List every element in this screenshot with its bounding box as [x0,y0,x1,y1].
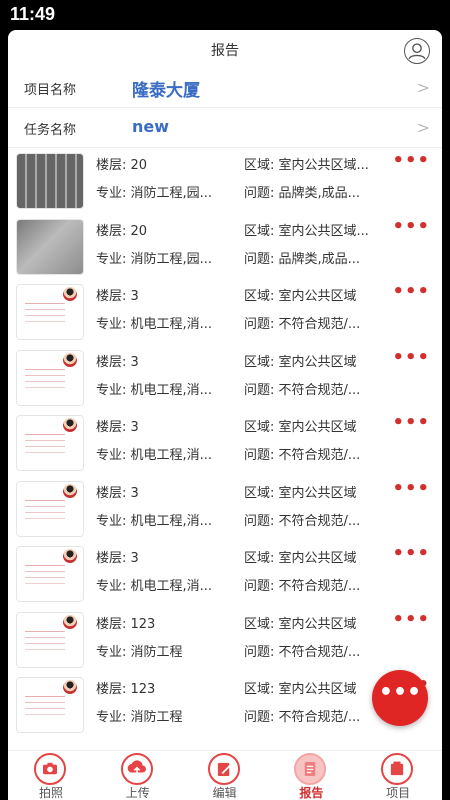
issue-text: 问题: 不符合规范/... [244,317,361,332]
major-text: 专业: 机电工程,消... [96,448,213,463]
project-name-value: 隆泰大厦 [132,81,200,101]
major-text: 专业: 机电工程,消... [96,579,213,594]
header: 报告 [8,30,442,70]
item-more-icon[interactable]: ••• [392,347,430,368]
report-item[interactable]: 楼层: 3 区域: 室内公共区域专业: 机电工程,消... 问题: 不符合规范/..… [8,347,442,413]
report-thumbnail[interactable] [16,284,84,340]
task-name-value: new [132,117,170,136]
floor-text: 楼层: 3 [96,420,139,435]
app-screen: 报告 项目名称 隆泰大厦 > 任务名称 new > 楼层: 20 区域: 室内公共… [8,30,442,800]
area-text: 区域: 室内公共区域... [244,223,369,239]
upload-cloud-icon [120,753,153,785]
floor-text: 楼层: 20 [96,223,148,239]
chevron-right-icon: > [416,118,430,137]
issue-text: 问题: 不符合规范/... [244,644,361,660]
user-profile-icon[interactable] [404,38,430,64]
major-text: 专业: 消防工程 [96,644,183,660]
tab-camera[interactable]: 拍照 [8,751,94,800]
area-text: 区域: 室内公共区域 [244,616,357,632]
report-item[interactable]: 楼层: 20 区域: 室内公共区域... 专业: 消防工程,园... 问题: 品牌类,… [8,150,442,216]
item-more-icon[interactable]: ••• [392,281,430,302]
item-more-icon[interactable]: ••• [392,543,430,564]
area-text: 区域: 室内公共区域 [244,682,357,697]
more-actions-fab[interactable]: ••• [372,670,428,726]
report-item[interactable]: 楼层: 20 区域: 室内公共区域... 专业: 消防工程,园... 问题: 品牌类,… [8,216,442,282]
tab-label: 编辑 [212,786,237,800]
report-thumbnail[interactable] [16,480,84,537]
item-more-icon[interactable]: ••• [392,609,430,630]
issue-text: 问题: 品牌类,成品... [244,186,361,201]
report-thumbnail[interactable] [16,415,84,471]
floor-text: 楼层: 123 [96,616,156,632]
report-item[interactable]: 楼层: 3 区域: 室内公共区域专业: 机电工程,消... 问题: 不符合规范/..… [8,412,442,478]
item-more-icon[interactable]: ••• [392,478,430,499]
tab-upload[interactable]: 上传 [95,751,181,800]
item-more-icon[interactable]: ••• [392,216,430,237]
area-text: 区域: 室内公共区域 [244,420,357,435]
area-text: 区域: 室内公共区域 [244,354,357,370]
report-thumbnail[interactable] [16,546,84,602]
major-text: 专业: 消防工程,园... [96,186,213,201]
report-item[interactable]: 楼层: 3 区域: 室内公共区域专业: 机电工程,消... 问题: 不符合规范/..… [8,281,442,347]
report-thumbnail[interactable] [16,218,84,275]
area-text: 区域: 室内公共区域 [244,485,357,501]
project-icon [381,753,414,785]
camera-icon [34,753,66,785]
tab-project[interactable]: 项目 [355,751,441,800]
floor-text: 楼层: 3 [96,551,139,566]
more-dots-icon: ••• [378,680,422,705]
major-text: 专业: 机电工程,消... [96,382,213,398]
major-text: 专业: 消防工程,园... [96,251,213,267]
bottom-tab-bar: 拍照 上传 编辑 报告 项目 [8,750,442,800]
tab-label: 报告 [299,786,324,800]
edit-icon [207,753,240,785]
report-icon [294,753,327,785]
area-text: 区域: 室内公共区域 [244,551,357,566]
report-thumbnail[interactable] [16,349,84,406]
issue-text: 问题: 不符合规范/... [244,382,361,398]
floor-text: 楼层: 3 [96,289,139,304]
chevron-right-icon: > [416,78,430,97]
tab-edit[interactable]: 编辑 [182,751,268,800]
item-more-icon[interactable]: ••• [392,150,430,171]
task-name-label: 任务名称 [24,123,77,138]
report-item[interactable]: 楼层: 123 区域: 室内公共区域专业: 消防工程 问题: 不符合规范/... ••… [8,609,442,675]
report-thumbnail[interactable] [16,677,84,733]
report-thumbnail[interactable] [16,153,84,209]
project-name-row[interactable]: 项目名称 隆泰大厦 > [8,68,442,108]
report-list[interactable]: 楼层: 20 区域: 室内公共区域... 专业: 消防工程,园... 问题: 品牌类,… [8,150,442,750]
project-name-label: 项目名称 [24,83,77,98]
page-title: 报告 [211,43,239,59]
tab-label: 上传 [125,786,150,800]
tab-label: 项目 [386,786,411,800]
floor-text: 楼层: 3 [96,485,139,501]
major-text: 专业: 消防工程 [96,710,183,725]
status-bar: 11:49 [0,0,450,30]
report-item[interactable]: 楼层: 3 区域: 室内公共区域专业: 机电工程,消... 问题: 不符合规范/..… [8,478,442,544]
tab-report[interactable]: 报告 [268,751,354,800]
issue-text: 问题: 不符合规范/... [244,513,361,529]
issue-text: 问题: 不符合规范/... [244,710,361,725]
issue-text: 问题: 不符合规范/... [244,579,361,594]
report-item[interactable]: 楼层: 3 区域: 室内公共区域专业: 机电工程,消... 问题: 不符合规范/..… [8,543,442,609]
tab-label: 拍照 [38,786,63,800]
floor-text: 楼层: 123 [96,682,156,697]
floor-text: 楼层: 3 [96,354,139,370]
major-text: 专业: 机电工程,消... [96,317,213,332]
report-thumbnail[interactable] [16,611,84,668]
floor-text: 楼层: 20 [96,158,148,173]
status-time: 11:49 [10,4,56,24]
task-name-row[interactable]: 任务名称 new > [8,108,442,148]
area-text: 区域: 室内公共区域 [244,289,357,304]
issue-text: 问题: 不符合规范/... [244,448,361,463]
major-text: 专业: 机电工程,消... [96,513,213,529]
item-more-icon[interactable]: ••• [392,412,430,433]
issue-text: 问题: 品牌类,成品... [244,251,361,267]
area-text: 区域: 室内公共区域... [244,158,369,173]
